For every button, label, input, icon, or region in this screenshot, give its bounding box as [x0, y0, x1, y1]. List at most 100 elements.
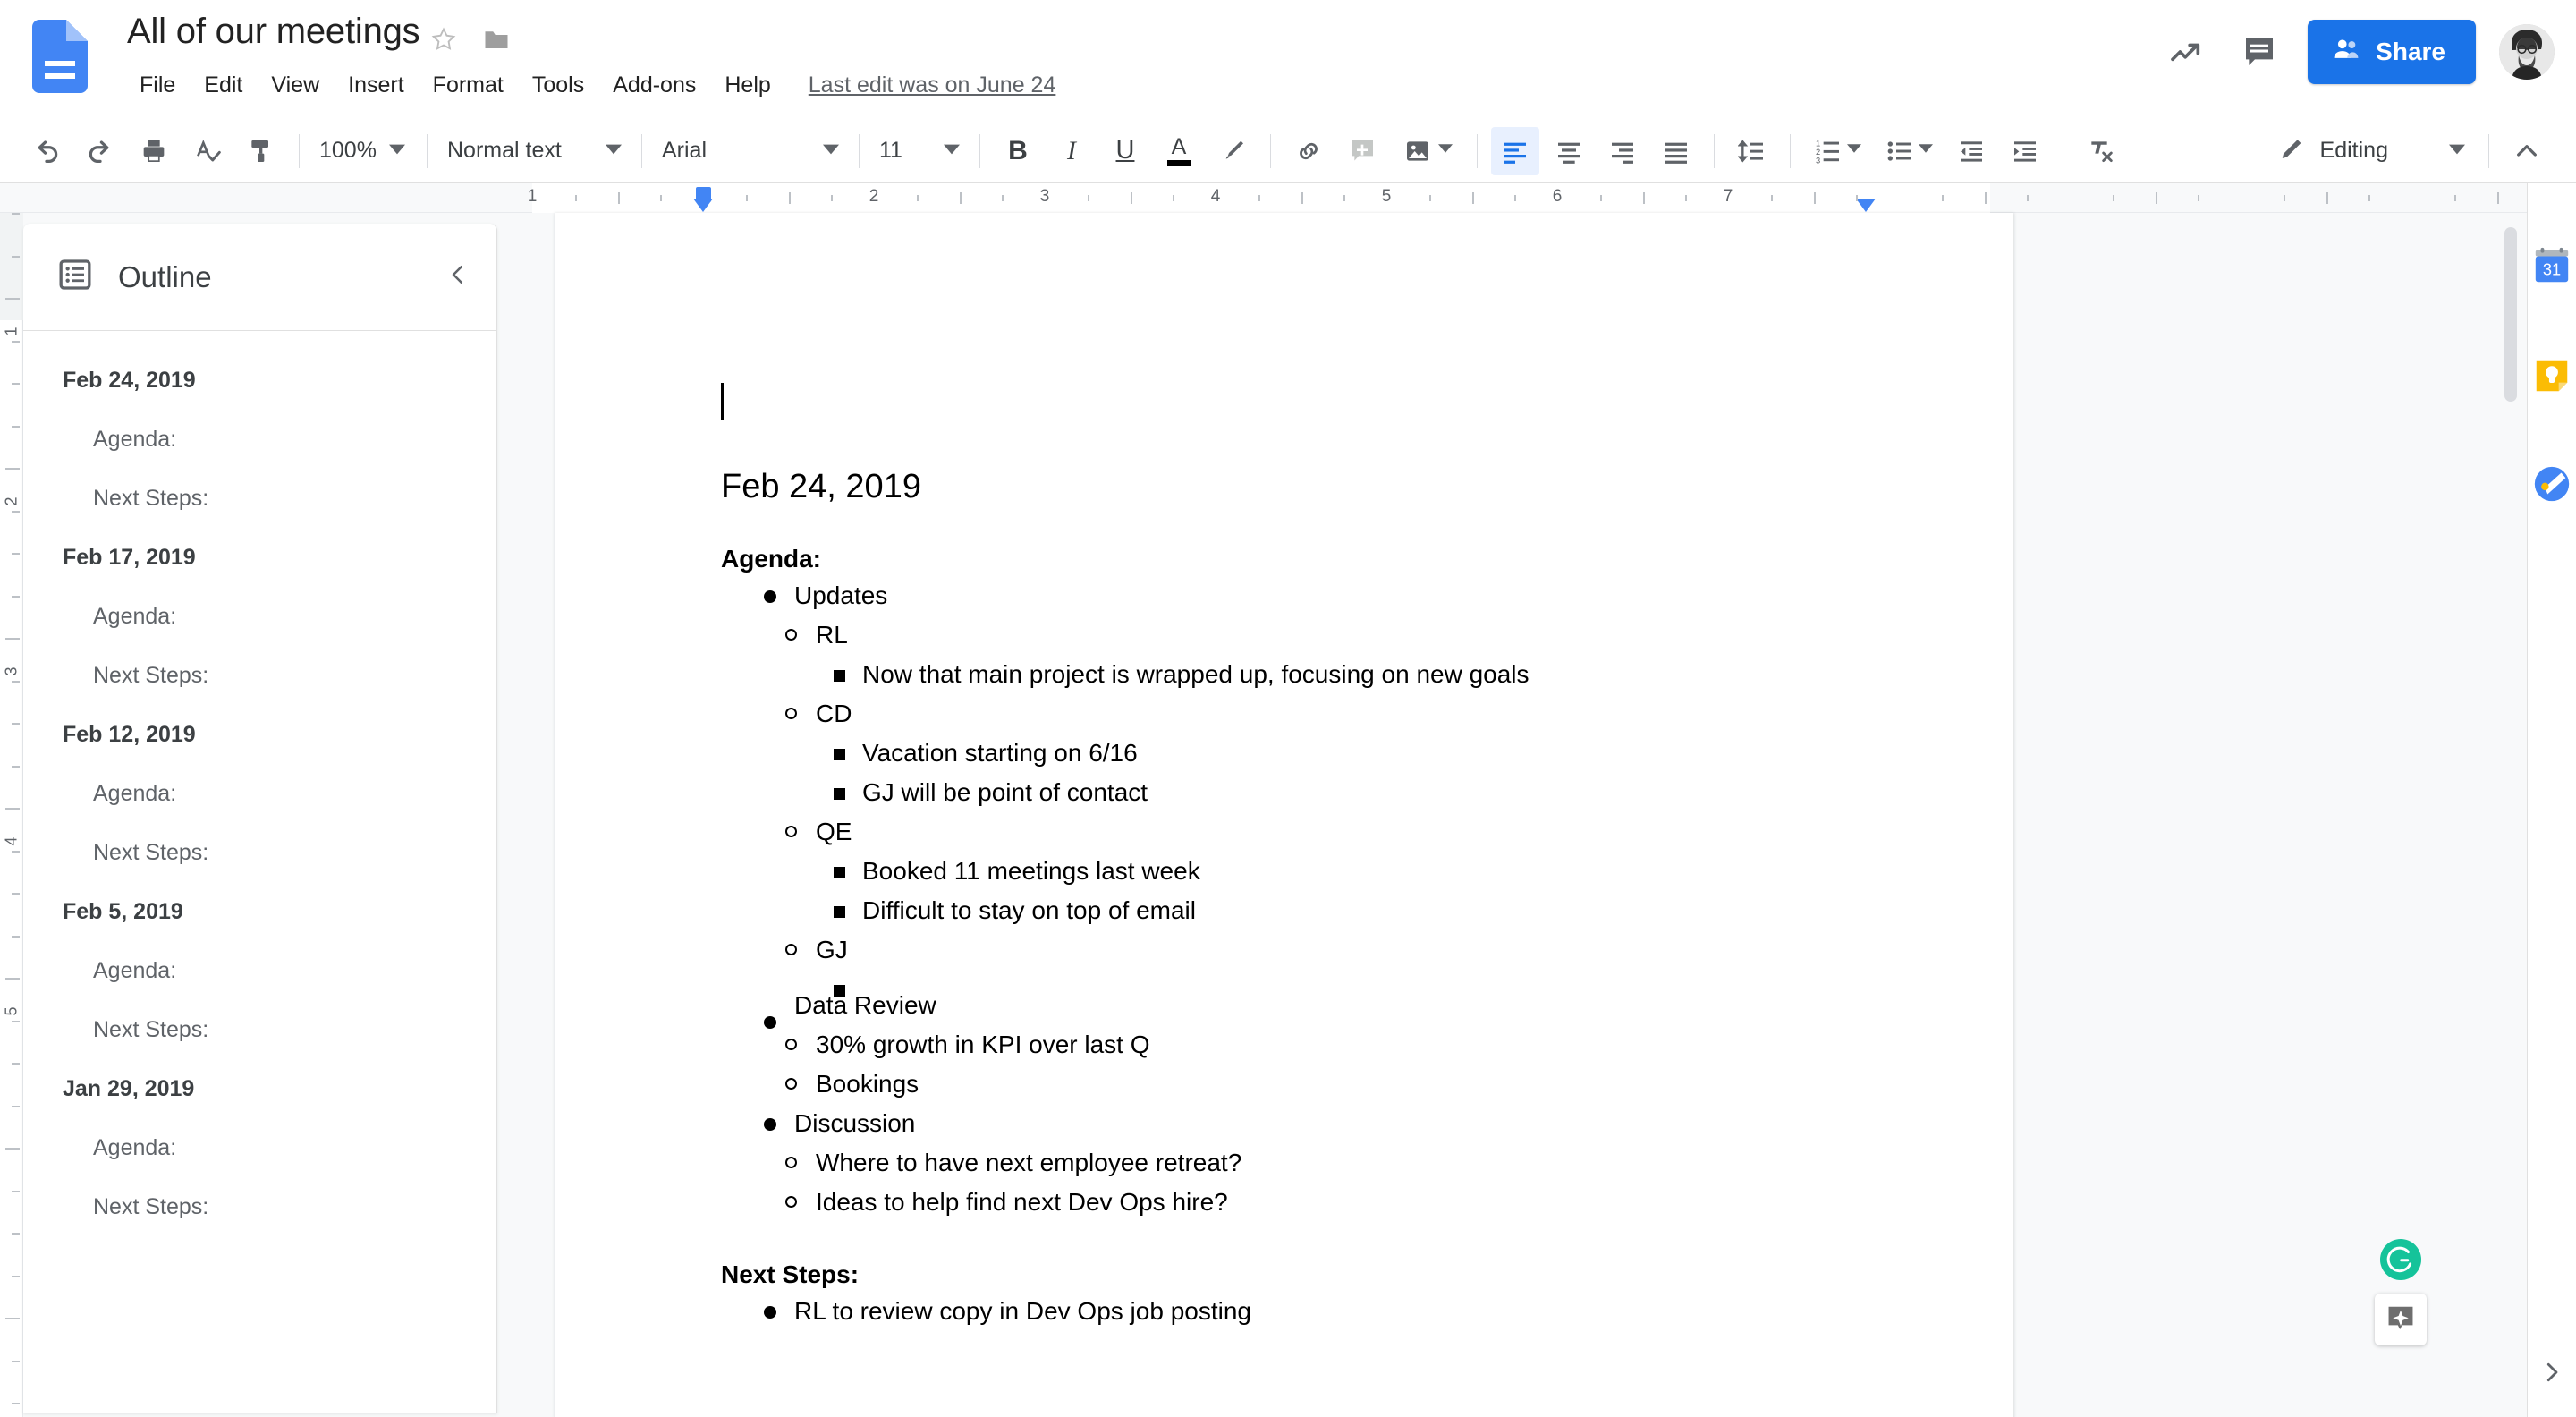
- right-indent-marker[interactable]: [1856, 199, 1876, 212]
- grammarly-badge-icon[interactable]: [2380, 1239, 2421, 1280]
- bold-button[interactable]: B: [994, 127, 1042, 175]
- outline-item-agenda-4[interactable]: Agenda:: [23, 941, 496, 1000]
- list-item[interactable]: Difficult to stay on top of email: [814, 891, 1906, 930]
- comment-icon[interactable]: [2234, 27, 2284, 77]
- editing-mode-button[interactable]: Editing: [2267, 127, 2478, 175]
- collapse-toolbar-chevron-up-icon[interactable]: [2503, 127, 2551, 175]
- redo-icon[interactable]: [76, 127, 124, 175]
- align-left-icon[interactable]: [1491, 126, 1539, 175]
- outline-collapse-chevron-left-icon[interactable]: [445, 261, 471, 293]
- underline-button[interactable]: U: [1101, 127, 1149, 175]
- hruler-tick: [959, 192, 962, 204]
- insert-link-icon[interactable]: [1284, 127, 1333, 175]
- outline-item-feb-5-2019[interactable]: Feb 5, 2019: [23, 882, 496, 941]
- align-right-icon[interactable]: [1598, 127, 1647, 175]
- hruler-num-5: 5: [1381, 187, 1392, 206]
- share-button[interactable]: Share: [2308, 20, 2476, 84]
- decrease-indent-icon[interactable]: [1947, 127, 1996, 175]
- horizontal-ruler[interactable]: 1 1 2 3 4 5 6 7: [0, 183, 2527, 213]
- outline-item-next-steps-1[interactable]: Next Steps:: [23, 469, 496, 528]
- italic-label: I: [1067, 135, 1076, 165]
- circle-bullet-icon: [785, 708, 797, 719]
- list-item[interactable]: Ideas to help find next Dev Ops hire?: [767, 1183, 1906, 1222]
- next-steps-list: RL to review copy in Dev Ops job posting: [721, 1292, 1906, 1331]
- outline-item-next-steps-3[interactable]: Next Steps:: [23, 823, 496, 882]
- outline-item-feb-12-2019[interactable]: Feb 12, 2019: [23, 705, 496, 764]
- text-color-button[interactable]: A: [1155, 127, 1203, 175]
- document-title[interactable]: All of our meetings: [127, 9, 420, 54]
- insert-image-icon[interactable]: [1392, 127, 1463, 175]
- menu-edit[interactable]: Edit: [190, 70, 257, 100]
- menu-tools[interactable]: Tools: [518, 70, 598, 100]
- list-item[interactable]: GJ will be point of contact: [814, 773, 1906, 812]
- italic-button[interactable]: I: [1047, 127, 1096, 175]
- square-bullet-icon: [834, 788, 845, 800]
- expand-sidebar-chevron-right-icon[interactable]: [2534, 1354, 2570, 1390]
- last-edit-link[interactable]: Last edit was on June 24: [809, 72, 1056, 98]
- zoom-select[interactable]: 100%: [310, 127, 416, 175]
- list-item[interactable]: Where to have next employee retreat?: [767, 1143, 1906, 1183]
- document-content[interactable]: Feb 24, 2019 Agenda: Updates RL Now that…: [721, 383, 1906, 1331]
- apps-sidebar: 31: [2527, 183, 2576, 1417]
- first-line-indent-marker[interactable]: [693, 199, 713, 212]
- align-justify-icon[interactable]: [1652, 127, 1700, 175]
- outline-item-agenda-5[interactable]: Agenda:: [23, 1118, 496, 1177]
- font-family-select[interactable]: Arial: [653, 127, 848, 175]
- list-item[interactable]: RL to review copy in Dev Ops job posting: [746, 1292, 1906, 1331]
- print-icon[interactable]: [130, 127, 178, 175]
- line-spacing-icon[interactable]: [1728, 127, 1776, 175]
- menu-help[interactable]: Help: [710, 70, 784, 100]
- account-avatar[interactable]: [2499, 24, 2555, 80]
- spellcheck-icon[interactable]: [183, 127, 232, 175]
- font-size-select[interactable]: 11: [870, 127, 969, 175]
- outline-item-agenda-2[interactable]: Agenda:: [23, 587, 496, 646]
- list-item[interactable]: Discussion: [746, 1104, 1906, 1143]
- bulleted-list-icon[interactable]: [1876, 127, 1942, 175]
- list-item[interactable]: Bookings: [767, 1065, 1906, 1104]
- list-item[interactable]: Vacation starting on 6/16: [814, 734, 1906, 773]
- trending-up-icon[interactable]: [2161, 27, 2211, 77]
- outline-item-next-steps-2[interactable]: Next Steps:: [23, 646, 496, 705]
- google-tasks-icon[interactable]: [2531, 463, 2572, 505]
- numbered-list-icon[interactable]: 1 2 3: [1804, 127, 1870, 175]
- google-calendar-icon[interactable]: 31: [2531, 246, 2572, 287]
- outline-item-feb-24-2019[interactable]: Feb 24, 2019: [23, 351, 496, 410]
- menu-insert[interactable]: Insert: [334, 70, 419, 100]
- paragraph-style-select[interactable]: Normal text: [438, 127, 631, 175]
- align-center-icon[interactable]: [1545, 127, 1593, 175]
- clear-formatting-icon[interactable]: [2077, 127, 2125, 175]
- list-item[interactable]: Now that main project is wrapped up, foc…: [814, 655, 1906, 694]
- outline-item-agenda-3[interactable]: Agenda:: [23, 764, 496, 823]
- folder-icon[interactable]: [483, 28, 510, 51]
- list-item-label: Booked 11 meetings last week: [862, 857, 1200, 885]
- undo-icon[interactable]: [22, 127, 71, 175]
- outline-item-next-steps-4[interactable]: Next Steps:: [23, 1000, 496, 1059]
- menu-view[interactable]: View: [257, 70, 334, 100]
- list-item[interactable]: RL: [767, 615, 1906, 655]
- menu-file[interactable]: File: [125, 70, 190, 100]
- increase-indent-icon[interactable]: [2001, 127, 2049, 175]
- menu-format[interactable]: Format: [419, 70, 518, 100]
- outline-item-feb-17-2019[interactable]: Feb 17, 2019: [23, 528, 496, 587]
- vertical-scrollbar[interactable]: [2500, 227, 2521, 1408]
- list-item[interactable]: Booked 11 meetings last week: [814, 852, 1906, 891]
- star-outline-icon[interactable]: [429, 25, 458, 54]
- document-page[interactable]: Feb 24, 2019 Agenda: Updates RL Now that…: [555, 213, 2013, 1417]
- scrollbar-thumb[interactable]: [2504, 227, 2517, 402]
- menu-add-ons[interactable]: Add-ons: [598, 70, 710, 100]
- list-item[interactable]: CD: [767, 694, 1906, 734]
- list-item[interactable]: 30% growth in KPI over last Q: [767, 1025, 1906, 1065]
- outline-item-next-steps-5[interactable]: Next Steps:: [23, 1177, 496, 1236]
- explore-sparkle-icon[interactable]: [2375, 1294, 2427, 1345]
- outline-item-jan-29-2019[interactable]: Jan 29, 2019: [23, 1059, 496, 1118]
- list-item[interactable]: QE: [767, 812, 1906, 852]
- highlight-pen-icon[interactable]: [1208, 127, 1257, 175]
- paint-format-icon[interactable]: [237, 127, 285, 175]
- vertical-ruler[interactable]: 1 2 3 4 5: [0, 213, 23, 1417]
- google-keep-icon[interactable]: [2531, 355, 2572, 396]
- outline-item-agenda-1[interactable]: Agenda:: [23, 410, 496, 469]
- list-item[interactable]: GJ: [767, 930, 1906, 970]
- list-item[interactable]: Updates: [746, 576, 1906, 615]
- google-docs-logo-icon[interactable]: [32, 20, 88, 93]
- list-item[interactable]: Data Review: [746, 986, 1906, 1029]
